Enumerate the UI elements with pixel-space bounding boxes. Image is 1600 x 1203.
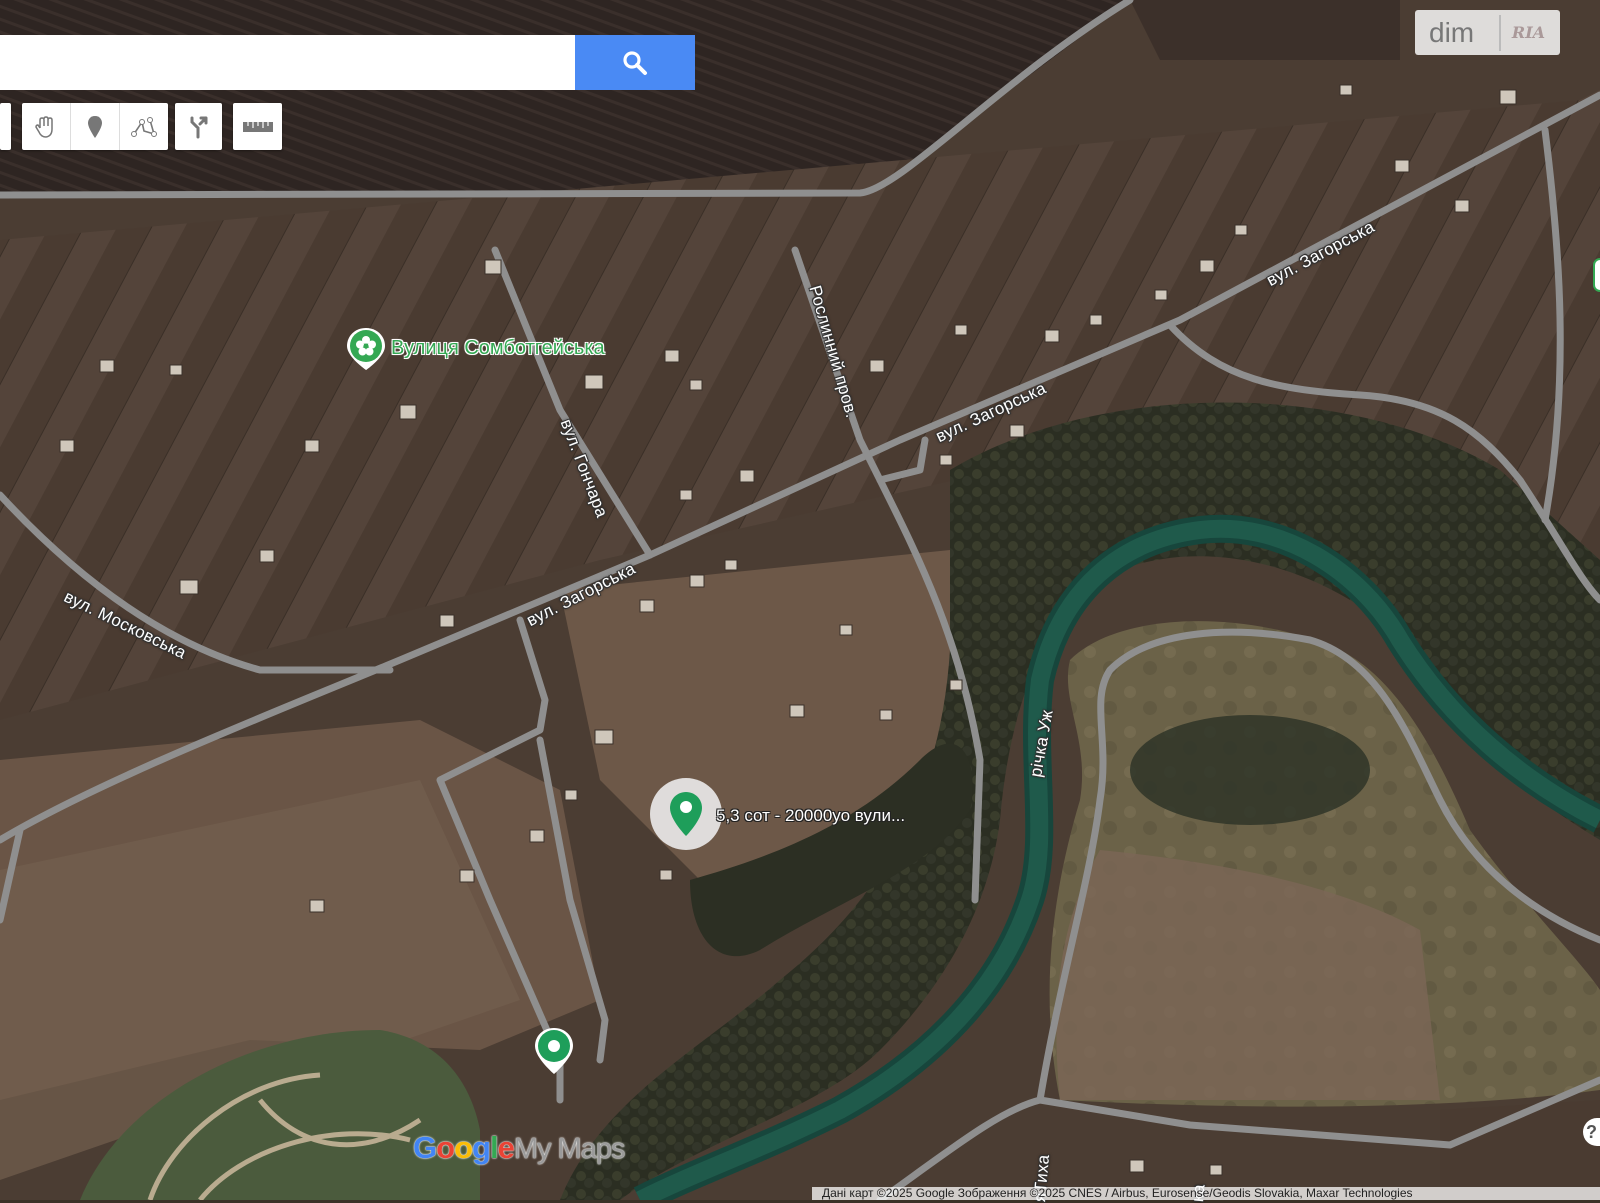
search-input[interactable] [0,35,575,90]
google-my-maps-logo: GoogleMy Maps [413,1130,626,1166]
pin-icon [670,792,702,836]
map-attribution: Дані карт ©2025 Google Зображення ©2025 … [812,1187,1600,1200]
pin-2[interactable] [534,1027,574,1080]
search-button[interactable] [575,35,695,90]
flower-icon [347,328,385,370]
google-logo: Google [413,1130,515,1165]
poi-marker[interactable] [346,327,386,376]
pin-dot-icon [535,1028,573,1074]
directions-icon [190,116,207,138]
hand-icon [35,115,53,138]
measure-button[interactable] [233,103,282,150]
selected-pin-label[interactable]: 5,3 сот - 20000уо вули... [716,806,905,826]
selected-pin[interactable] [650,778,722,850]
my-maps-logo: My Maps [513,1133,626,1165]
ruler-icon [242,121,273,132]
directions-button[interactable] [175,103,222,150]
hand-tool-button[interactable] [22,103,71,150]
watermark-ria: RIA [1499,14,1556,51]
satellite-map[interactable] [0,0,1600,1200]
watermark-dim: dim [1429,16,1475,48]
line-icon [131,116,157,137]
marker-icon [88,115,102,138]
map-tools-group [22,103,168,150]
add-marker-button[interactable] [71,103,120,150]
layers-button-partial[interactable] [0,103,11,150]
search-icon [623,50,647,75]
dimria-watermark: dim RIA [1415,10,1560,55]
poi-label[interactable]: Вулиця Сомботгейська [391,337,605,360]
draw-line-button[interactable] [120,103,168,150]
edge-marker-partial[interactable] [1593,258,1600,292]
